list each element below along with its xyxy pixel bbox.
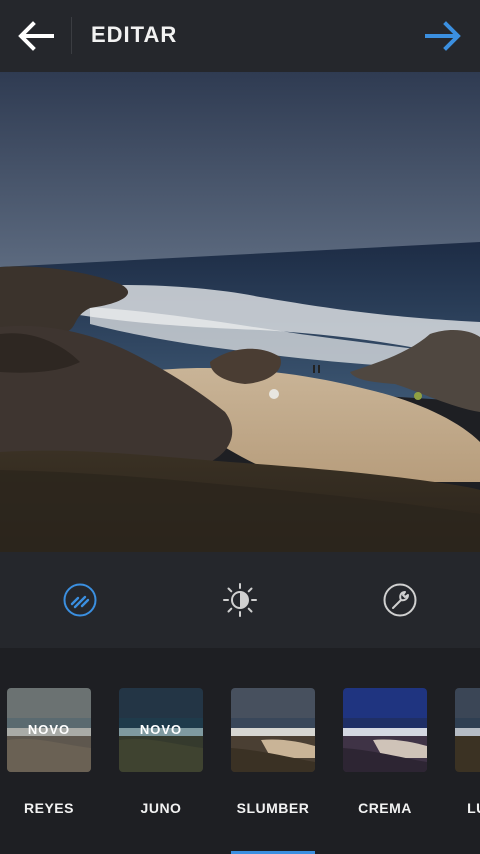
- lux-tool-button[interactable]: [62, 582, 98, 618]
- filter-label: CREMA: [358, 800, 412, 816]
- top-bar: EDITAR: [0, 0, 480, 72]
- filter-thumbnail: NOVO: [119, 688, 203, 772]
- page-title: EDITAR: [91, 22, 178, 47]
- tool-bar: [0, 552, 480, 648]
- filter-label: JUNO: [140, 800, 182, 816]
- photo-preview: [0, 72, 480, 552]
- filter-thumbnail: [343, 688, 427, 772]
- lux-icon: [63, 583, 97, 617]
- wrench-icon: [383, 583, 417, 617]
- filter-label: SLUMBER: [236, 800, 310, 816]
- filter-crema[interactable]: CREMA: [336, 648, 448, 854]
- brightness-icon: [223, 583, 257, 617]
- filter-reyes[interactable]: NOVO REYES: [0, 648, 112, 854]
- next-button[interactable]: [424, 18, 464, 54]
- filter-ludwig[interactable]: LUDWIG: [448, 648, 480, 854]
- filter-thumbnail: [455, 688, 480, 772]
- filter-slumber[interactable]: SLUMBER: [224, 648, 336, 854]
- filter-strip: NOVO REYES NOVO JUNO SLUMBER CREMA L: [0, 648, 480, 854]
- back-arrow-icon: [18, 21, 54, 51]
- filter-label: REYES: [24, 800, 74, 816]
- new-badge: NOVO: [139, 722, 183, 737]
- filter-thumbnail: NOVO: [7, 688, 91, 772]
- back-button[interactable]: [16, 18, 56, 54]
- header-divider: [71, 17, 72, 54]
- filter-juno[interactable]: NOVO JUNO: [112, 648, 224, 854]
- filter-label: LUDWIG: [467, 800, 480, 816]
- beach-photo: [0, 72, 480, 552]
- brightness-tool-button[interactable]: [222, 582, 258, 618]
- filter-thumbnail: [231, 688, 315, 772]
- new-badge: NOVO: [27, 722, 71, 737]
- forward-arrow-icon: [425, 21, 461, 51]
- adjust-tool-button[interactable]: [382, 582, 418, 618]
